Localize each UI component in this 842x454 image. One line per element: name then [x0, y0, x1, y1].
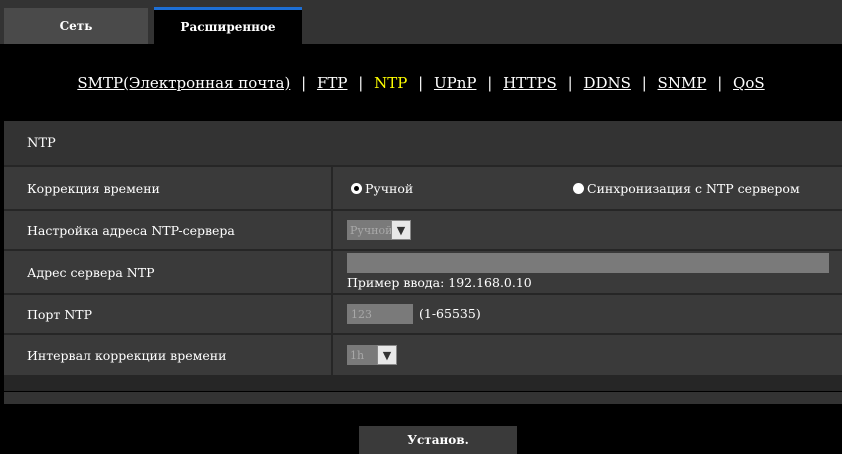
- nav-separator: |: [641, 74, 647, 92]
- row-ntp-port: Порт NTP 123 (1-65535): [4, 295, 842, 333]
- nav-link-ftp[interactable]: FTP: [317, 74, 348, 92]
- nav-separator: |: [717, 74, 723, 92]
- nav-link-ddns[interactable]: DDNS: [583, 74, 630, 92]
- nav-separator: |: [567, 74, 573, 92]
- ntp-port-label: Порт NTP: [4, 295, 331, 333]
- nav-link-snmp[interactable]: SNMP: [658, 74, 707, 92]
- time-correction-value: Ручной Синхронизация с NTP сервером: [333, 167, 842, 209]
- ntp-address-setting-value: Ручной ▼: [333, 211, 842, 249]
- radio-ntp-sync-label: Синхронизация с NTP сервером: [587, 181, 800, 196]
- nav-separator: |: [358, 74, 364, 92]
- nav-link-upnp[interactable]: UPnP: [434, 74, 477, 92]
- row-time-correction: Коррекция времени Ручной Синхронизация с…: [4, 167, 842, 209]
- correction-interval-select[interactable]: 1h ▼: [347, 345, 397, 365]
- tab-network[interactable]: Сеть: [4, 8, 148, 44]
- radio-selected-icon[interactable]: [351, 183, 362, 194]
- row-correction-interval: Интервал коррекции времени 1h ▼: [4, 335, 842, 375]
- correction-interval-label: Интервал коррекции времени: [4, 335, 331, 375]
- set-button[interactable]: Установ.: [359, 426, 517, 454]
- ntp-settings-panel: NTP Коррекция времени Ручной Синхронизац…: [4, 121, 842, 391]
- ntp-address-setting-select[interactable]: Ручной ▼: [347, 220, 411, 240]
- radio-manual[interactable]: Ручной: [351, 181, 413, 196]
- nav-separator: |: [418, 74, 424, 92]
- ntp-server-address-label: Адрес сервера NTP: [4, 251, 331, 293]
- nav-link-https[interactable]: HTTPS: [503, 74, 557, 92]
- ntp-server-address-value: Пример ввода: 192.168.0.10: [333, 251, 842, 293]
- time-correction-label: Коррекция времени: [4, 167, 331, 209]
- select-value: Ручной: [347, 220, 392, 240]
- radio-unselected-icon[interactable]: [573, 183, 584, 194]
- select-value: 1h: [347, 345, 377, 365]
- top-tab-bar: Сеть Расширенное: [0, 0, 842, 44]
- nav-separator: |: [301, 74, 307, 92]
- ntp-server-address-hint: Пример ввода: 192.168.0.10: [347, 275, 532, 290]
- radio-ntp-sync[interactable]: Синхронизация с NTP сервером: [573, 181, 800, 196]
- sub-navigation: SMTP(Электронная почта) | FTP | NTP | UP…: [0, 74, 842, 92]
- radio-manual-label: Ручной: [365, 181, 414, 196]
- correction-interval-value: 1h ▼: [333, 335, 842, 375]
- ntp-address-setting-label: Настройка адреса NTP-сервера: [4, 211, 331, 249]
- ntp-port-range: (1-65535): [419, 306, 481, 321]
- row-ntp-address-setting: Настройка адреса NTP-сервера Ручной ▼: [4, 211, 842, 249]
- ntp-server-address-input[interactable]: [347, 253, 829, 273]
- nav-separator: |: [487, 74, 493, 92]
- ntp-port-input[interactable]: 123: [347, 304, 413, 324]
- section-title: NTP: [4, 121, 842, 165]
- nav-link-qos[interactable]: QoS: [733, 74, 765, 92]
- nav-link-ntp[interactable]: NTP: [374, 74, 407, 92]
- tab-advanced[interactable]: Расширенное: [154, 7, 302, 44]
- chevron-down-icon[interactable]: ▼: [391, 220, 411, 240]
- ntp-port-value: 123 (1-65535): [333, 295, 842, 333]
- chevron-down-icon[interactable]: ▼: [377, 345, 397, 365]
- divider-band: [4, 392, 842, 404]
- nav-link-smtp[interactable]: SMTP(Электронная почта): [77, 74, 290, 92]
- row-ntp-server-address: Адрес сервера NTP Пример ввода: 192.168.…: [4, 251, 842, 293]
